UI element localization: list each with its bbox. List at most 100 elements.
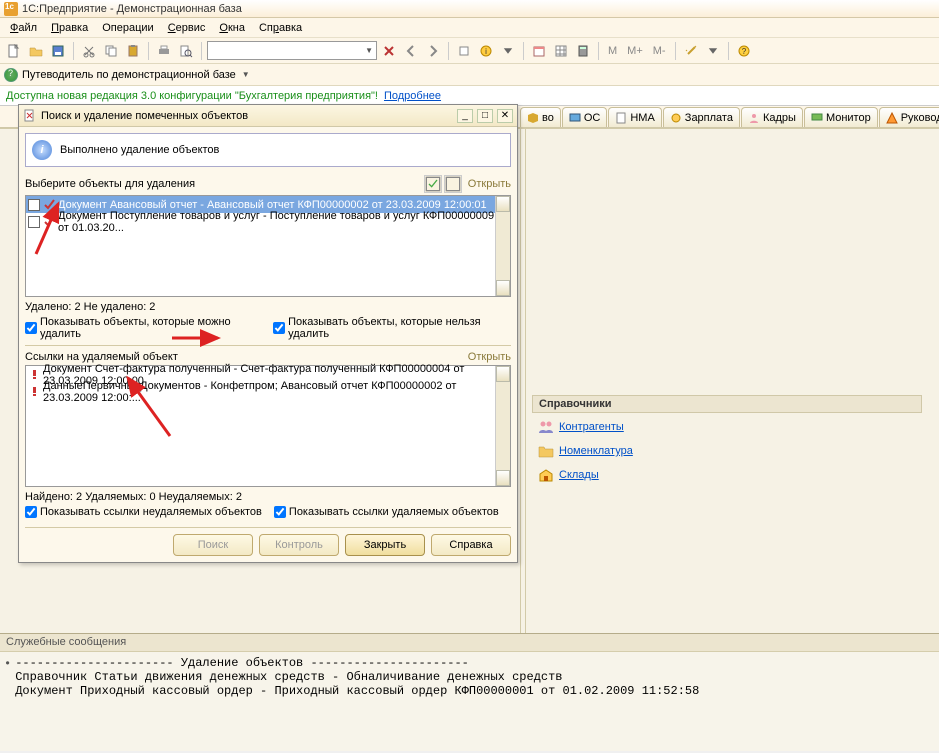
tab-os[interactable]: ОС: [562, 107, 608, 127]
info-round-icon[interactable]: i: [476, 41, 496, 61]
chevron-down-icon[interactable]: ▼: [242, 70, 250, 79]
deletion-status: Удалено: 2 Не удалено: 2: [25, 297, 511, 315]
svg-text:?: ?: [741, 47, 746, 56]
objects-list-label: Выберите объекты для удаления: [25, 178, 422, 190]
guide-label[interactable]: Путеводитель по демонстрационной базе: [22, 69, 236, 81]
calendar-icon[interactable]: [529, 41, 549, 61]
memory-m-button[interactable]: M: [604, 41, 621, 61]
tab-monitor[interactable]: Монитор: [804, 107, 878, 127]
warning-icon: [28, 369, 40, 381]
chk-refs-undeletable[interactable]: Показывать ссылки неудаляемых объектов: [25, 506, 262, 518]
tab-vo[interactable]: во: [520, 107, 561, 127]
help-round-icon[interactable]: ?: [734, 41, 754, 61]
memory-plus-button[interactable]: M+: [623, 41, 647, 61]
chk-show-deletable[interactable]: Показывать объекты, которые можно удалит…: [25, 316, 261, 340]
app-title: 1С:Предприятие - Демонстрационная база: [22, 3, 242, 15]
row-checkbox[interactable]: [28, 199, 40, 211]
chk-show-undeletable[interactable]: Показывать объекты, которые нельзя удали…: [273, 316, 511, 340]
side-link-warehouses[interactable]: Склады: [559, 469, 599, 481]
menu-file[interactable]: Файл: [4, 20, 43, 36]
side-link-contractors[interactable]: Контрагенты: [559, 421, 624, 433]
open-ref-link[interactable]: Открыть: [468, 351, 511, 363]
objects-list[interactable]: Документ Авансовый отчет - Авансовый отч…: [25, 195, 511, 297]
copy-special-icon[interactable]: [454, 41, 474, 61]
side-link-nomenclature[interactable]: Номенклатура: [559, 445, 633, 457]
messages-panel: Служебные сообщения • ------------------…: [0, 633, 939, 751]
info-text: Выполнено удаление объектов: [60, 144, 219, 156]
memory-minus-button[interactable]: M-: [649, 41, 670, 61]
deletion-mark-icon: [43, 216, 55, 228]
open-icon[interactable]: [26, 41, 46, 61]
messages-body: ---------------------- Удаление объектов…: [15, 656, 699, 698]
menubar: Файл Правка Операции Сервис Окна Справка: [0, 18, 939, 38]
notice-link[interactable]: Подробнее: [384, 90, 441, 102]
dropdown2-icon[interactable]: [703, 41, 723, 61]
chk-refs-deletable[interactable]: Показывать ссылки удаляемых объектов: [274, 506, 499, 518]
tab-salary[interactable]: Зарплата: [663, 107, 740, 127]
open-object-link[interactable]: Открыть: [468, 178, 511, 190]
print-icon[interactable]: [154, 41, 174, 61]
people-icon: [538, 420, 554, 434]
notice-message: Доступна новая редакция 3.0 конфигурации…: [6, 90, 378, 102]
scrollbar[interactable]: [495, 366, 510, 486]
nav-back-icon[interactable]: [401, 41, 421, 61]
refs-list[interactable]: Документ Счет-фактура полученный - Счет-…: [25, 365, 511, 487]
menu-windows[interactable]: Окна: [213, 20, 251, 36]
row-text: ДанныеПервичныхДокументов - Конфетпром; …: [43, 380, 508, 404]
tab-staff[interactable]: Кадры: [741, 107, 803, 127]
titlebar: 1С:Предприятие - Демонстрационная база: [0, 0, 939, 18]
scrollbar[interactable]: [495, 196, 510, 296]
notice-bar: Доступна новая редакция 3.0 конфигурации…: [0, 86, 939, 106]
menu-help[interactable]: Справка: [253, 20, 308, 36]
tab-manager[interactable]: Руководителю: [879, 107, 939, 127]
info-box: i Выполнено удаление объектов: [25, 133, 511, 167]
message-bullet-icon: •: [4, 656, 11, 698]
list-row: Документ Поступление товаров и услуг - П…: [26, 213, 510, 230]
main-toolbar: ▼ i M M+ M- ?: [0, 38, 939, 64]
app-logo-icon: [4, 2, 18, 16]
select-all-icon[interactable]: [424, 175, 442, 193]
copy-icon[interactable]: [101, 41, 121, 61]
clear-icon[interactable]: [379, 41, 399, 61]
guide-help-icon: [4, 68, 18, 82]
menu-operations[interactable]: Операции: [96, 20, 159, 36]
guide-bar: Путеводитель по демонстрационной базе ▼: [0, 64, 939, 86]
messages-header: Служебные сообщения: [0, 634, 939, 652]
row-checkbox[interactable]: [28, 216, 40, 228]
preview-icon[interactable]: [176, 41, 196, 61]
side-item-warehouses: Склады: [532, 465, 922, 485]
dialog-titlebar[interactable]: Поиск и удаление помеченных объектов _ □…: [19, 105, 517, 127]
dropdown-icon[interactable]: [498, 41, 518, 61]
help-button[interactable]: Справка: [431, 534, 511, 556]
chevron-down-icon: ▼: [365, 46, 373, 55]
warning-icon: [28, 386, 40, 398]
deletion-mark-icon: [43, 199, 55, 211]
search-combo[interactable]: ▼: [207, 41, 377, 60]
deselect-all-icon[interactable]: [444, 175, 462, 193]
control-button[interactable]: Контроль: [259, 534, 339, 556]
search-button[interactable]: Поиск: [173, 534, 253, 556]
grid-icon[interactable]: [551, 41, 571, 61]
side-directories-header: Справочники: [532, 395, 922, 413]
folder-icon: [538, 444, 554, 458]
window-maximize-button[interactable]: □: [477, 109, 493, 123]
tab-nma[interactable]: НМА: [608, 107, 661, 127]
dialog-icon: [23, 109, 37, 123]
list-row: ДанныеПервичныхДокументов - Конфетпром; …: [26, 383, 510, 400]
delete-marked-dialog: Поиск и удаление помеченных объектов _ □…: [18, 104, 518, 563]
nav-forward-icon[interactable]: [423, 41, 443, 61]
vertical-splitter[interactable]: [520, 129, 526, 633]
cut-icon[interactable]: [79, 41, 99, 61]
paste-icon[interactable]: [123, 41, 143, 61]
save-icon[interactable]: [48, 41, 68, 61]
window-minimize-button[interactable]: _: [457, 109, 473, 123]
calc-icon[interactable]: [573, 41, 593, 61]
dialog-title: Поиск и удаление помеченных объектов: [41, 110, 453, 122]
menu-service[interactable]: Сервис: [162, 20, 212, 36]
wand-icon[interactable]: [681, 41, 701, 61]
new-icon[interactable]: [4, 41, 24, 61]
window-close-button[interactable]: ✕: [497, 109, 513, 123]
side-item-contractors: Контрагенты: [532, 417, 922, 437]
close-button[interactable]: Закрыть: [345, 534, 425, 556]
menu-edit[interactable]: Правка: [45, 20, 94, 36]
